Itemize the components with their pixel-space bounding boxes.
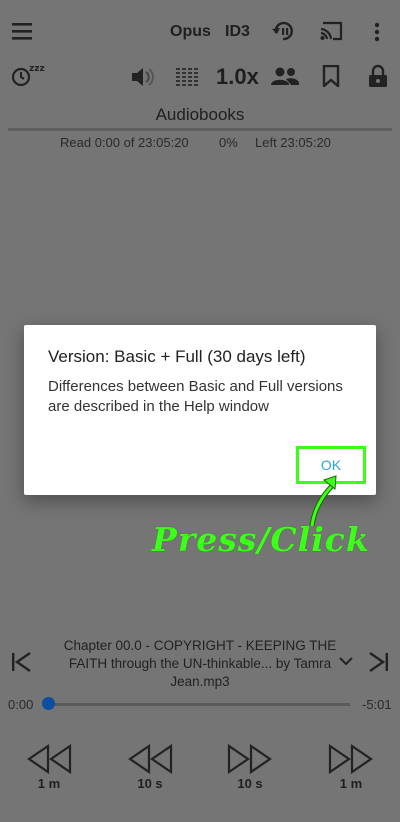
forward-1m-button[interactable]: [328, 744, 374, 774]
chevron-down-icon[interactable]: [339, 656, 353, 666]
rewind-1m-button[interactable]: [26, 744, 72, 774]
rewind-1m-label: 1 m: [37, 776, 61, 791]
cast-icon[interactable]: [320, 21, 344, 41]
rewind-10s-label: 10 s: [137, 776, 163, 791]
svg-text:zzz: zzz: [29, 64, 45, 74]
equalizer-icon[interactable]: [175, 66, 203, 88]
forward-10s-button[interactable]: [227, 744, 273, 774]
forward-1m-label: 1 m: [339, 776, 363, 791]
bookmark-icon[interactable]: [322, 65, 340, 87]
playback-speed-button[interactable]: 1.0x: [216, 64, 259, 90]
replay-icon[interactable]: [270, 20, 296, 42]
read-progress: Read 0:00 of 23:05:20: [60, 135, 189, 150]
dialog-title: Version: Basic + Full (30 days left): [48, 347, 306, 366]
read-percent: 0%: [219, 135, 238, 150]
playlist-title: Audiobooks: [155, 105, 245, 124]
codec-label[interactable]: Opus: [170, 23, 211, 41]
people-icon[interactable]: [270, 66, 300, 86]
rewind-10s-button[interactable]: [127, 744, 173, 774]
volume-icon[interactable]: [130, 66, 158, 88]
seek-knob[interactable]: [42, 697, 55, 710]
forward-10s-label: 10 s: [237, 776, 263, 791]
chapter-title[interactable]: Chapter 00.0 - COPYRIGHT - KEEPING THE F…: [62, 637, 338, 691]
lock-icon[interactable]: [367, 64, 389, 88]
next-track-icon[interactable]: [368, 651, 390, 673]
sleep-timer-icon[interactable]: zzz: [11, 62, 47, 88]
menu-icon[interactable]: [12, 22, 34, 40]
previous-track-icon[interactable]: [10, 651, 32, 673]
press-click-annotation: Press/Click: [152, 520, 370, 559]
dialog-message: Differences between Basic and Full versi…: [48, 378, 343, 415]
title-divider: [8, 128, 392, 131]
seek-track[interactable]: [48, 703, 350, 706]
remaining-time: -5:01: [362, 697, 392, 712]
id3-tag-button[interactable]: ID3: [225, 23, 250, 41]
time-left: Left 23:05:20: [255, 135, 331, 150]
more-vert-icon[interactable]: [374, 22, 380, 42]
position-time: 0:00: [8, 697, 34, 712]
